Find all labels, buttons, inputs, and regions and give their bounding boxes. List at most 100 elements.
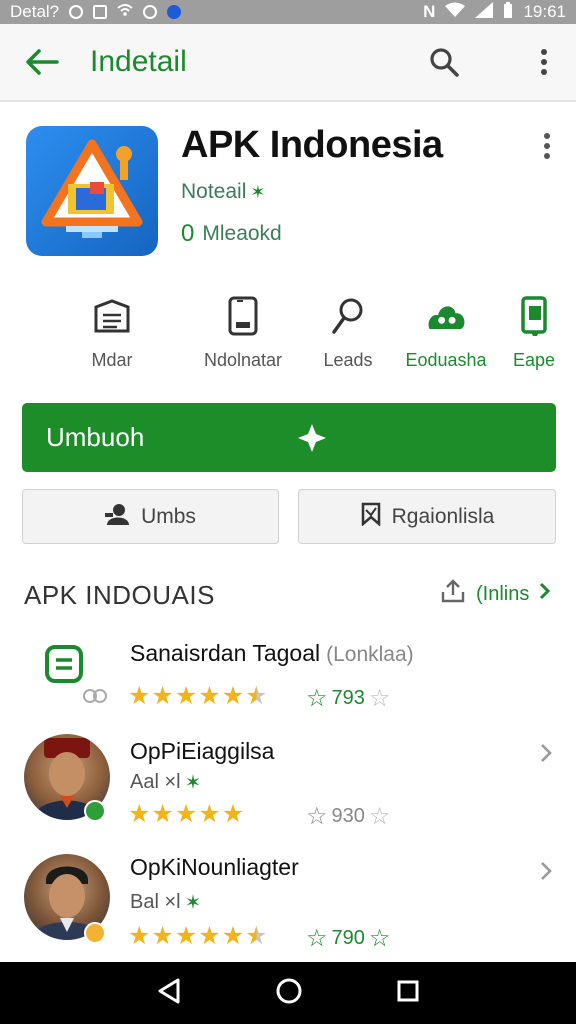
image-icon [93, 5, 108, 19]
star-outline-icon: ☆ [306, 685, 328, 712]
star-icon: ★ [174, 682, 198, 710]
wifi-small-icon [117, 2, 133, 22]
signal-icon [475, 1, 494, 23]
app-name: APK Indonesia [181, 124, 443, 166]
category-row: Mdar Ndolnatar Leads Eoduasha Eape [0, 296, 576, 386]
bookmark-icon [360, 502, 382, 532]
verified-star-icon: ✶ [184, 892, 202, 914]
star-icon: ★ [174, 800, 198, 828]
category-item[interactable]: Eape [474, 296, 576, 371]
star-outline-icon: ☆ [368, 685, 391, 712]
section-link[interactable]: (Inlins [440, 578, 551, 610]
verified-star-icon: ✶ [250, 181, 266, 202]
star-icon: ★ [221, 800, 245, 828]
downloads-info: 0 Mleaokd [181, 220, 282, 248]
star-icon: ★ [151, 682, 174, 710]
star-icon: ★ [221, 682, 245, 710]
review-count-value: 793 [331, 687, 365, 709]
category-label: Eape [512, 350, 556, 370]
review-count: ☆ 793 ☆ [306, 684, 390, 713]
reviewer-name: Sanaisrdan Tagoal (Lonklaa) [130, 640, 414, 667]
category-label: Ndolnatar [203, 350, 283, 370]
chevron-right-icon[interactable] [536, 856, 556, 886]
reviewer-name: OpKiNounliagter [130, 854, 299, 880]
list-item[interactable]: OpKiNounliagter Bal ×l ✶ ★ ★ ★ ★ ★ ★ ☆ 7… [0, 852, 576, 952]
chevron-right-icon [539, 582, 551, 606]
list-item[interactable]: OpPiEiaggilsa Aal ×l ✶ ★ ★ ★ ★ ★ ☆ 930 ☆ [0, 730, 576, 830]
star-icon: ★ [198, 922, 221, 950]
star-icon: ★ [128, 922, 151, 950]
review-count-value: 790 [331, 927, 365, 949]
list-item[interactable]: Sanaisrdan Tagoal (Lonklaa) ★ ★ ★ ★ ★ ★ ☆… [0, 628, 576, 718]
category-item[interactable]: Mdar [52, 296, 172, 371]
nfc-icon: N [423, 2, 436, 21]
thumbs-icon [82, 686, 110, 706]
developer-link[interactable]: Noteail ✶ [181, 180, 265, 204]
notification-icon [69, 5, 84, 19]
cloud-group-icon [426, 296, 466, 336]
rating-stars: ★ ★ ★ ★ ★ ★ [128, 924, 268, 949]
app-more-icon[interactable] [530, 126, 564, 166]
review-count: ☆ 930 ☆ [306, 802, 390, 831]
developer-name: Noteail [181, 180, 247, 203]
bookmark-button-label: Rgaionlisla [391, 504, 495, 528]
wifi-icon [445, 2, 466, 23]
plus-icon [296, 422, 328, 454]
reviewer-sub: Bal ×l ✶ [130, 890, 201, 915]
account-icon [167, 5, 182, 19]
review-count: ☆ 790 ☆ [306, 924, 390, 953]
search-icon[interactable] [422, 40, 466, 84]
section-link-label: (Inlins [476, 582, 530, 605]
document-stack-icon [92, 296, 132, 336]
user-button-label: Umbs [141, 504, 196, 528]
star-icon: ★ [198, 800, 221, 828]
nav-home-icon[interactable] [275, 977, 303, 1010]
category-item[interactable]: Ndolnatar [183, 296, 303, 371]
battery-icon [503, 1, 513, 23]
reviewer-sub-text: Aal ×l [130, 771, 181, 793]
star-half-icon: ★ [245, 922, 268, 950]
status-badge [84, 922, 106, 944]
more-vert-icon[interactable] [522, 40, 566, 84]
star-icon: ★ [151, 800, 174, 828]
bookmark-button[interactable]: Rgaionlisla [298, 489, 556, 544]
share-icon [440, 578, 466, 610]
category-label: Mdar [91, 350, 133, 370]
star-icon: ★ [221, 922, 245, 950]
user-button[interactable]: Umbs [22, 489, 279, 544]
review-count-value: 930 [331, 805, 365, 827]
downloads-label: Mleaokd [202, 222, 282, 245]
star-icon: ★ [128, 682, 151, 710]
downloads-value: 0 [181, 220, 195, 247]
reviewer-name-text: Sanaisrdan Tagoal [130, 640, 321, 666]
reviewer-tag: (Lonklaa) [326, 643, 414, 666]
star-outline-icon: ☆ [368, 803, 391, 830]
star-outline-icon: ☆ [306, 803, 328, 830]
rating-stars: ★ ★ ★ ★ ★ ★ [128, 684, 268, 709]
phone-icon [223, 296, 263, 336]
star-icon: ★ [198, 682, 221, 710]
reviewer-sub-text: Bal ×l [130, 891, 181, 913]
install-button[interactable]: Umbuoh [22, 403, 556, 472]
key-icon [328, 296, 368, 336]
arrow-left-icon[interactable] [12, 32, 72, 92]
reviewer-sub: Aal ×l ✶ [130, 770, 201, 795]
doc-icon [44, 644, 84, 684]
status-bar: Detal? N 19:61 [0, 0, 576, 24]
app-bar-title: Indetail [90, 45, 187, 78]
circle-icon [143, 5, 158, 19]
nav-recents-icon[interactable] [396, 979, 420, 1008]
app-icon [26, 126, 158, 256]
star-half-icon: ★ [245, 682, 268, 710]
section-title: APK INDOUAIS [24, 580, 215, 610]
chevron-right-icon[interactable] [536, 738, 556, 768]
rating-stars: ★ ★ ★ ★ ★ [128, 802, 244, 827]
phone-share-icon [514, 296, 554, 336]
app-bar: Indetail [0, 24, 576, 102]
navigation-bar [0, 962, 576, 1024]
install-button-label: Umbuoh [46, 422, 145, 452]
nav-back-icon[interactable] [156, 977, 182, 1010]
star-outline-icon: ☆ [306, 925, 328, 952]
reviewer-name: OpPiEiaggilsa [130, 738, 275, 764]
star-icon: ★ [128, 800, 151, 828]
